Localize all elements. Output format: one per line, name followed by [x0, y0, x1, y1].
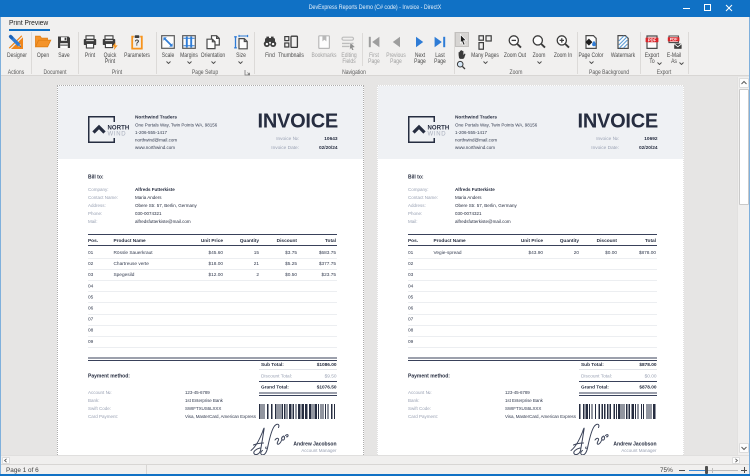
- svg-text:PDF: PDF: [648, 37, 657, 42]
- svg-text:PDF: PDF: [669, 37, 677, 42]
- svg-text:?: ?: [134, 38, 139, 47]
